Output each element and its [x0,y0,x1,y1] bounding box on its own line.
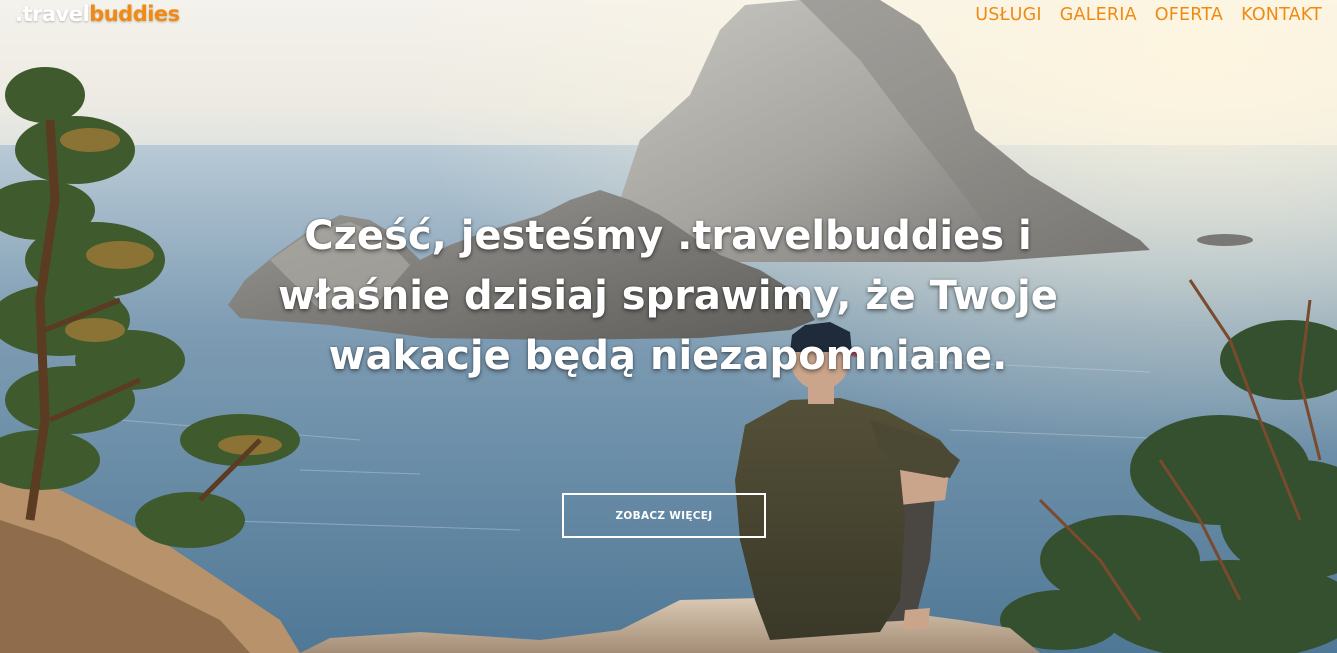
logo-suffix: buddies [89,2,180,26]
menu-item-galeria: GALERIA [1051,4,1146,26]
main-menu: USŁUGI GALERIA OFERTA KONTAKT [966,4,1331,26]
top-navbar: .travelbuddies USŁUGI GALERIA OFERTA KON… [0,0,1337,34]
menu-item-kontakt: KONTAKT [1232,4,1331,26]
nav-link-kontakt[interactable]: KONTAKT [1232,4,1331,26]
nav-link-galeria[interactable]: GALERIA [1051,4,1146,26]
menu-item-oferta: OFERTA [1146,4,1232,26]
hero-headline: Cześć, jesteśmy .travelbuddies i właśnie… [278,213,1058,379]
nav-link-uslugi[interactable]: USŁUGI [966,4,1050,26]
see-more-button[interactable]: ZOBACZ WIĘCEJ [562,493,766,538]
menu-item-uslugi: USŁUGI [966,4,1050,26]
nav-link-oferta[interactable]: OFERTA [1146,4,1232,26]
site-logo[interactable]: .travelbuddies [15,2,180,26]
logo-prefix: .travel [15,2,90,26]
